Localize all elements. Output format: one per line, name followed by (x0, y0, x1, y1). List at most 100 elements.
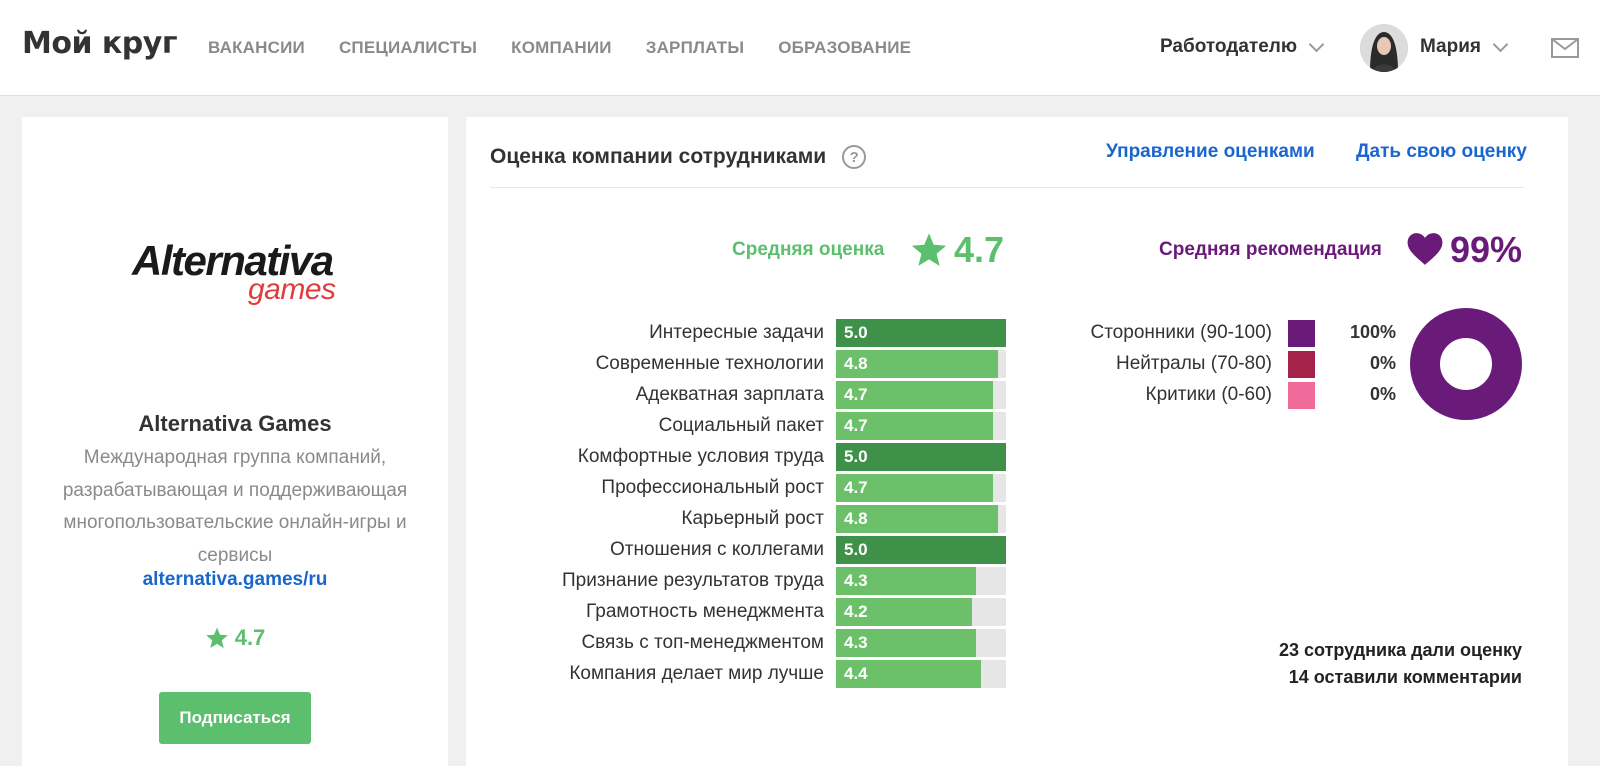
recommendation-legend-row: Критики (0-60) 0% (1056, 380, 1396, 411)
criterion-row: Комфортные условия труда 5.0 (526, 442, 1016, 473)
company-website-link[interactable]: alternativa.games/ru (22, 569, 448, 591)
criterion-bar: 4.3 (836, 567, 976, 595)
recommendation-donut-chart (1410, 308, 1522, 420)
criterion-value: 4.3 (844, 571, 868, 590)
average-rating-label: Средняя оценка (732, 239, 885, 260)
criterion-label: Связь с топ-менеджментом (581, 632, 824, 653)
criterion-label: Комфортные условия труда (577, 446, 824, 467)
give-rating-link[interactable]: Дать свою оценку (1356, 141, 1527, 163)
employer-menu[interactable]: Работодателю (1160, 36, 1325, 58)
criterion-bar: 5.0 (836, 319, 1006, 347)
recommendation-legend-swatch (1288, 320, 1315, 347)
top-header: Мой круг ВАКАНСИИ СПЕЦИАЛИСТЫ КОМПАНИИ З… (0, 0, 1600, 96)
mail-icon[interactable] (1551, 38, 1579, 63)
average-rating-value: 4.7 (954, 229, 1005, 270)
criterion-row: Профессиональный рост 4.7 (526, 473, 1016, 504)
recommendation-legend: Сторонники (90-100) 100% Нейтралы (70-80) 0… (1056, 318, 1396, 411)
criterion-label: Интересные задачи (649, 322, 824, 343)
criterion-label: Грамотность менеджмента (586, 601, 824, 622)
company-logo-sub: games (248, 273, 336, 306)
criterion-bar-track: 4.3 (836, 629, 1006, 657)
criterion-bar-track: 4.7 (836, 381, 1006, 409)
criterion-bar-track: 5.0 (836, 536, 1006, 564)
company-card: Alternativa games Alternativa Games Межд… (22, 117, 448, 766)
summary-rated-count: 23 сотрудника дали оценку (1279, 640, 1522, 660)
criterion-label: Отношения с коллегами (610, 539, 824, 560)
nav-companies[interactable]: КОМПАНИИ (511, 38, 612, 58)
criterion-label: Признание результатов труда (561, 570, 824, 591)
criterion-row: Современные технологии 4.8 (526, 349, 1016, 380)
criterion-label: Компания делает мир лучше (569, 663, 824, 684)
criterion-value: 5.0 (844, 540, 868, 559)
criterion-bar-track: 4.2 (836, 598, 1006, 626)
chevron-down-icon (1308, 36, 1325, 52)
nav-salaries[interactable]: ЗАРПЛАТЫ (646, 38, 744, 58)
recommendation-legend-label: Критики (0-60) (1145, 384, 1272, 405)
manage-ratings-link[interactable]: Управление оценками (1106, 141, 1315, 163)
user-menu[interactable]: Мария (1420, 36, 1509, 58)
criterion-label: Современные технологии (595, 353, 824, 374)
criterion-row: Карьерный рост 4.8 (526, 504, 1016, 535)
recommendation-legend-row: Сторонники (90-100) 100% (1056, 318, 1396, 349)
criterion-label: Карьерный рост (681, 508, 824, 529)
criterion-row: Отношения с коллегами 5.0 (526, 535, 1016, 566)
criterion-bar-track: 5.0 (836, 319, 1006, 347)
criterion-bar: 4.7 (836, 412, 993, 440)
criterion-value: 5.0 (844, 447, 868, 466)
recommendation-legend-label: Сторонники (90-100) (1090, 322, 1272, 343)
criterion-bar-track: 4.7 (836, 412, 1006, 440)
company-name: Alternativa Games (138, 411, 332, 436)
criterion-row: Грамотность менеджмента 4.2 (526, 597, 1016, 628)
criterion-row: Компания делает мир лучше 4.4 (526, 659, 1016, 690)
criterion-bar: 4.7 (836, 381, 993, 409)
criterion-value: 4.4 (844, 664, 868, 683)
star-icon (205, 627, 228, 648)
company-rating: 4.7 (22, 625, 448, 651)
criterion-label: Адекватная зарплата (635, 384, 824, 405)
summary-comment-count: 14 оставили комментарии (1288, 667, 1522, 687)
criterion-bar: 5.0 (836, 536, 1006, 564)
criterion-row: Адекватная зарплата 4.7 (526, 380, 1016, 411)
nav-education[interactable]: ОБРАЗОВАНИЕ (778, 38, 911, 58)
criterion-bar: 4.3 (836, 629, 976, 657)
star-icon (911, 233, 947, 266)
criterion-bar: 5.0 (836, 443, 1006, 471)
criterion-row: Интересные задачи 5.0 (526, 318, 1016, 349)
criterion-bar-track: 5.0 (836, 443, 1006, 471)
nav-vacancies[interactable]: ВАКАНСИИ (208, 38, 305, 58)
criterion-row: Признание результатов труда 4.3 (526, 566, 1016, 597)
divider (490, 187, 1524, 188)
nav-specialists[interactable]: СПЕЦИАЛИСТЫ (339, 38, 477, 58)
criterion-bar: 4.8 (836, 350, 998, 378)
company-description: Международная группа компаний, разрабаты… (62, 447, 408, 566)
criterion-value: 4.7 (844, 385, 868, 404)
help-icon[interactable]: ? (842, 145, 867, 169)
criterion-value: 4.2 (844, 602, 868, 621)
criterion-value: 4.7 (844, 416, 868, 435)
ratings-card: Оценка компании сотрудниками ? Управлени… (466, 117, 1568, 766)
criterion-bar-track: 4.7 (836, 474, 1006, 502)
criteria-list: Интересные задачи 5.0 Современные технолог… (526, 318, 1016, 690)
user-name: Мария (1420, 36, 1481, 57)
site-logo[interactable]: Мой круг (22, 26, 178, 61)
criterion-value: 4.8 (844, 354, 868, 373)
recommendation-legend-percent: 0% (1369, 353, 1396, 373)
subscribe-button[interactable]: Подписаться (159, 692, 311, 744)
criterion-value: 5.0 (844, 323, 868, 342)
ratings-title: Оценка компании сотрудниками ? (490, 145, 867, 169)
company-logo: Alternativa games (132, 237, 347, 307)
ratings-summary: 23 сотрудника дали оценку 14 оставили ко… (1279, 637, 1522, 691)
recommendation-legend-row: Нейтралы (70-80) 0% (1056, 349, 1396, 380)
company-rating-value: 4.7 (234, 625, 266, 650)
criterion-bar-track: 4.8 (836, 505, 1006, 533)
average-recommendation-label: Средняя рекомендация (1159, 239, 1382, 260)
criterion-bar-track: 4.3 (836, 567, 1006, 595)
criterion-value: 4.8 (844, 509, 868, 528)
avatar[interactable] (1360, 24, 1408, 72)
criterion-row: Социальный пакет 4.7 (526, 411, 1016, 442)
criterion-row: Связь с топ-менеджментом 4.3 (526, 628, 1016, 659)
criterion-label: Профессиональный рост (601, 477, 824, 498)
heart-icon (1407, 233, 1443, 265)
recommendation-legend-percent: 0% (1369, 384, 1396, 404)
criterion-bar: 4.2 (836, 598, 972, 626)
